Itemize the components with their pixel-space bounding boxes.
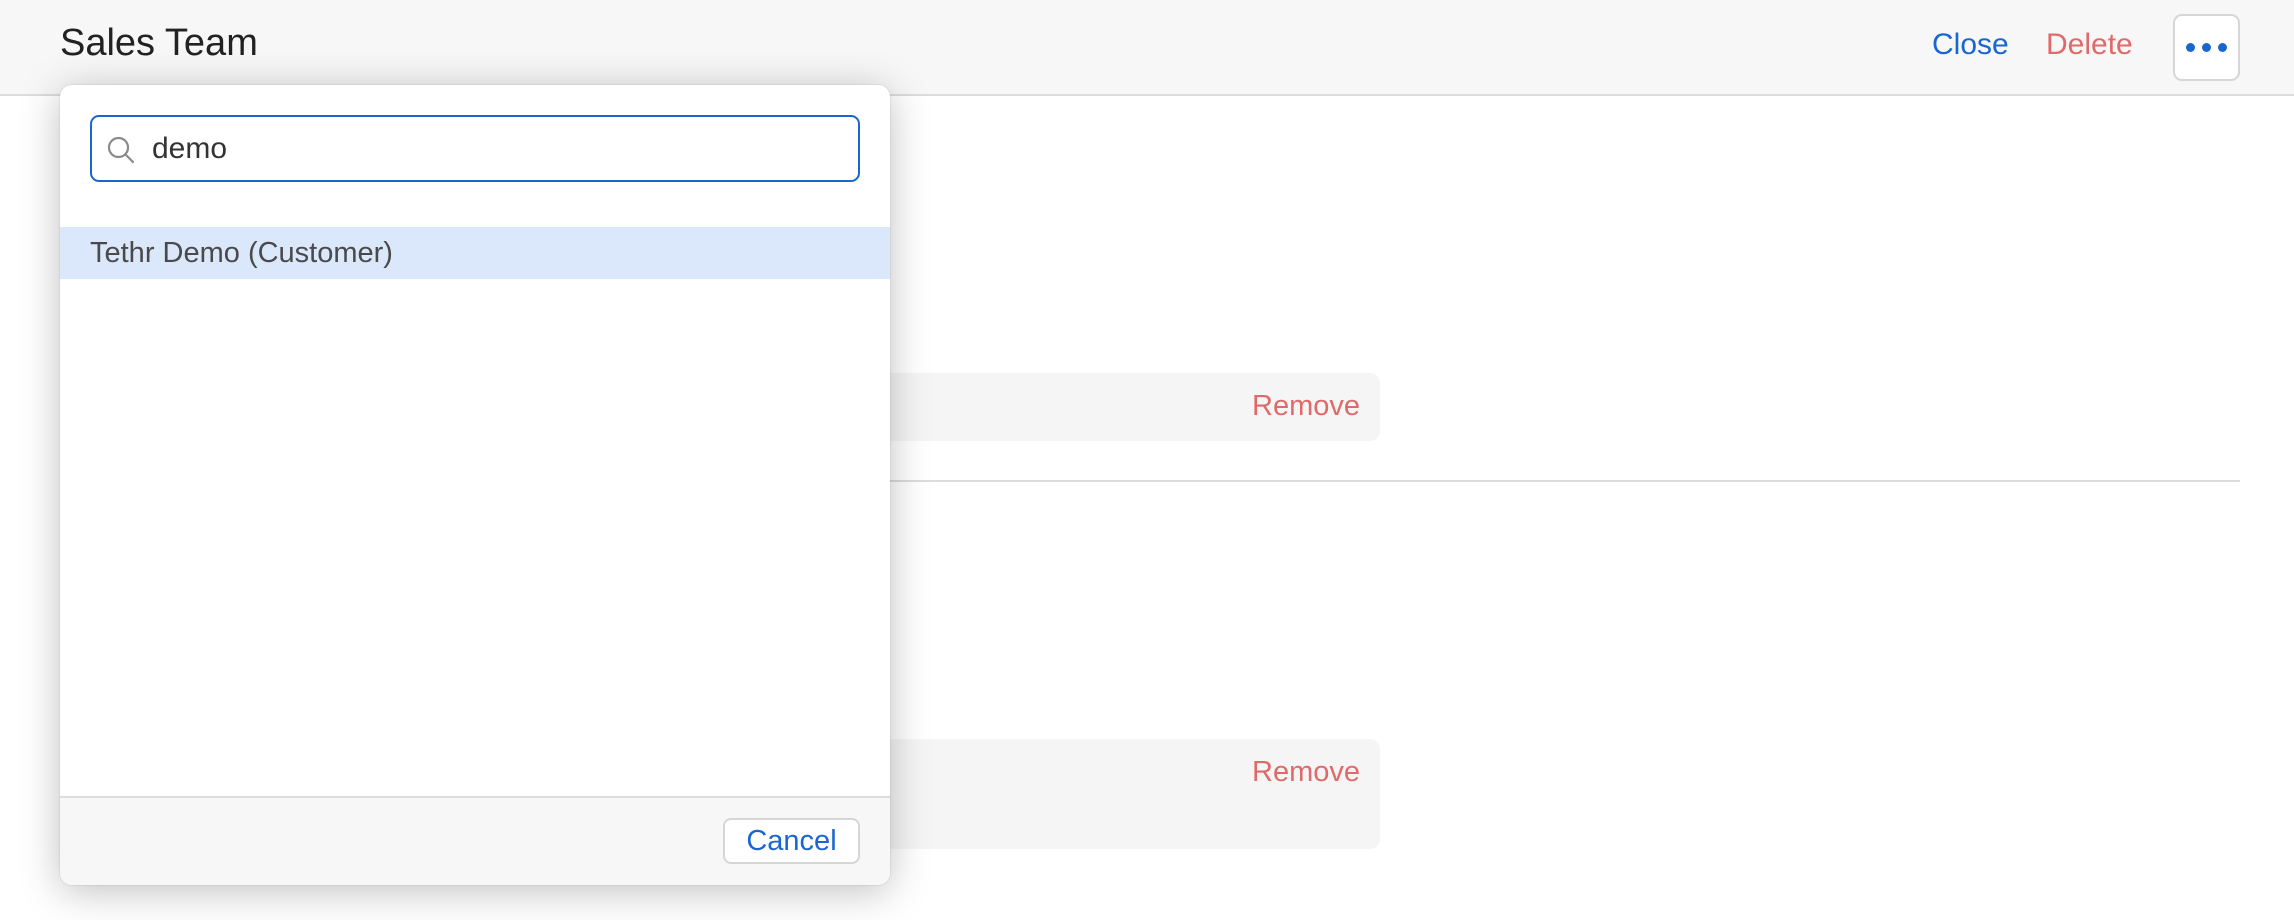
cancel-button[interactable]: Cancel [723, 818, 860, 864]
search-input[interactable] [152, 127, 842, 171]
search-picker-dropdown: Tethr Demo (Customer) Cancel [60, 85, 890, 885]
remove-button[interactable]: Remove [1252, 756, 1360, 789]
picker-footer: Cancel [60, 796, 890, 885]
ellipsis-icon [2202, 43, 2211, 52]
remove-button[interactable]: Remove [1252, 390, 1360, 423]
more-options-button[interactable] [2173, 14, 2240, 81]
search-result-item[interactable]: Tethr Demo (Customer) [60, 227, 890, 279]
ellipsis-icon [2186, 43, 2195, 52]
delete-button[interactable]: Delete [2046, 28, 2133, 62]
page-title: Sales Team [60, 22, 258, 64]
top-bar: Sales Team Close Delete [0, 0, 2294, 96]
ellipsis-icon [2218, 43, 2227, 52]
search-icon [107, 136, 135, 164]
close-button[interactable]: Close [1932, 28, 2009, 62]
search-field[interactable] [90, 115, 860, 182]
